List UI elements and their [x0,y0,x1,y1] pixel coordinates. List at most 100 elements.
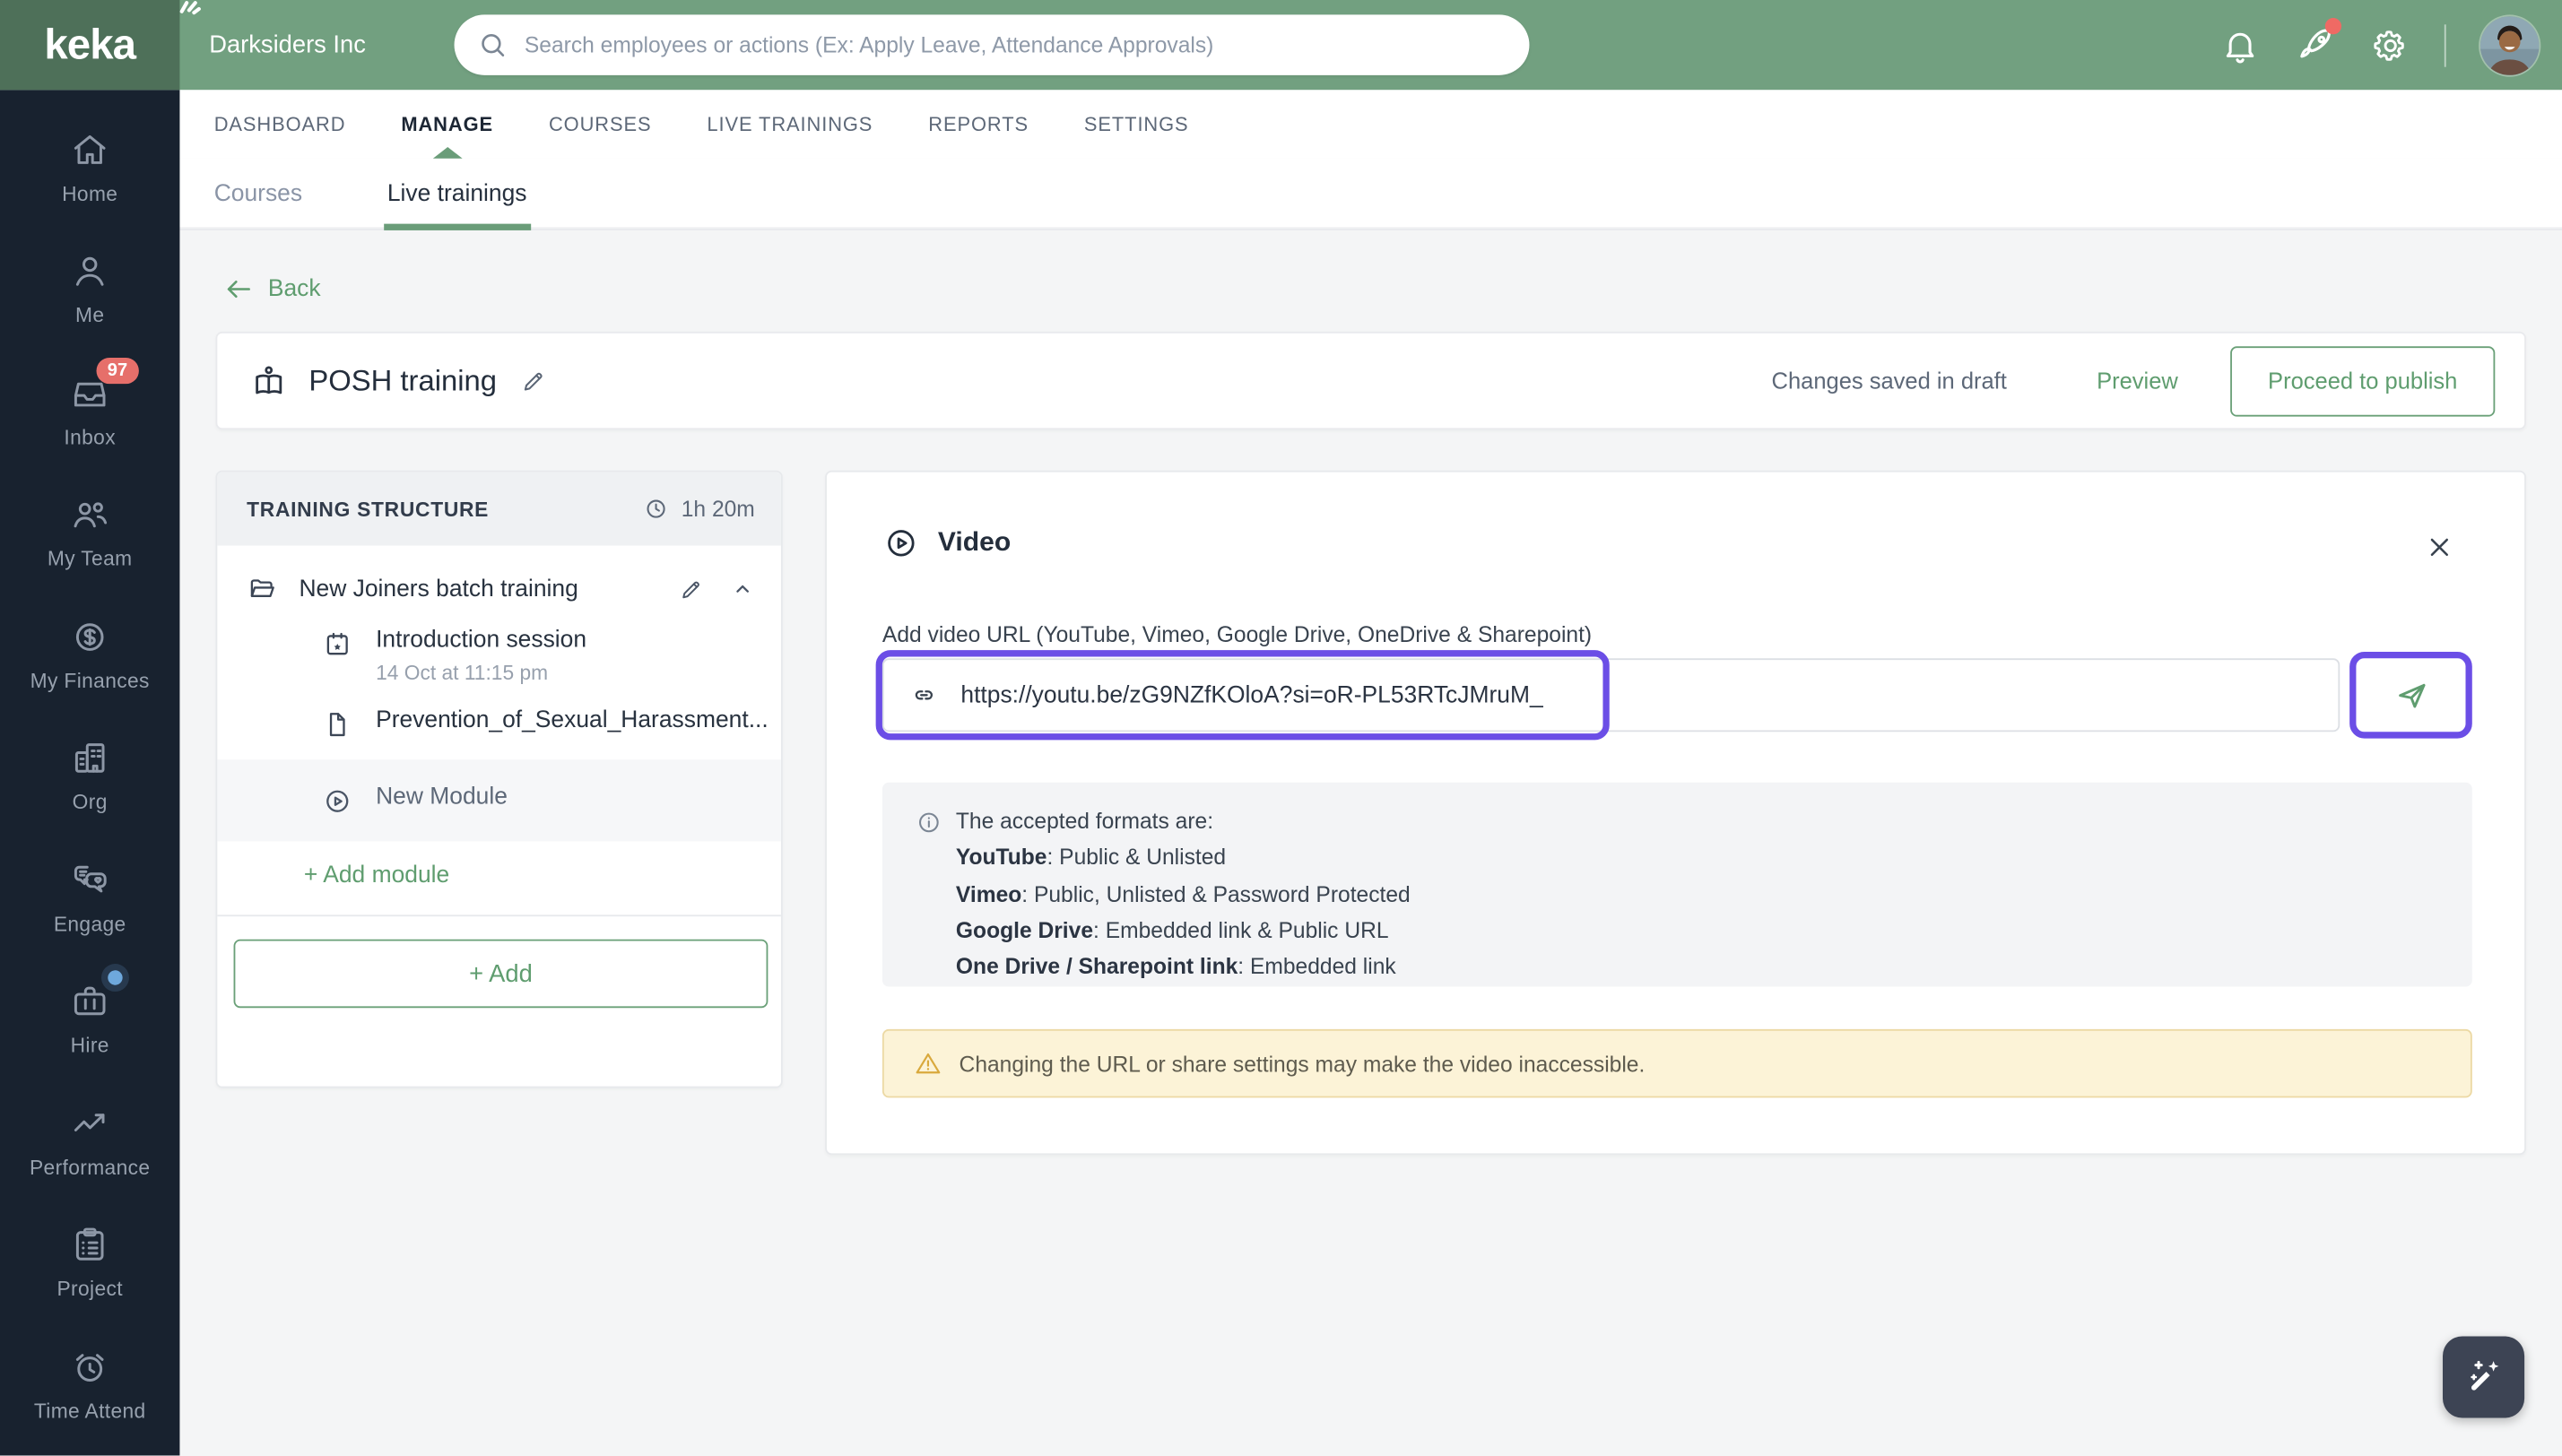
tab-settings[interactable]: SETTINGS [1084,90,1189,159]
folder-open-icon [247,574,278,605]
home-icon [69,128,111,170]
sidebar-item-me[interactable]: Me [0,228,179,350]
sidebar-item-my-finances[interactable]: My Finances [0,593,179,715]
building-icon [69,737,111,779]
video-url-input[interactable] [960,681,2339,708]
rocket-notification-dot [2324,17,2342,34]
link-icon [908,680,940,711]
module-nav: DASHBOARD MANAGE COURSES LIVE TRAININGS … [179,90,2562,159]
magic-wand-button[interactable] [2442,1336,2525,1418]
manage-subnav: Courses Live trainings [179,158,2562,230]
tab-dashboard[interactable]: DASHBOARD [214,90,346,159]
chat-heart-icon [69,859,111,901]
active-subtab-underline [383,222,531,230]
keka-logo[interactable]: keka [0,0,201,91]
tab-reports[interactable]: REPORTS [928,90,1029,159]
settings-gear-icon[interactable] [2371,25,2410,65]
format-line-onedrive: One Drive / Sharepoint link: Embedded li… [955,954,1396,979]
video-play-circle-icon [882,524,920,562]
draft-status: Changes saved in draft [1771,367,2007,394]
proceed-to-publish-button[interactable]: Proceed to publish [2230,345,2496,416]
keka-logo-text: keka [44,19,136,69]
session-item[interactable]: Introduction session 14 Oct at 11:15 pm [217,604,781,684]
clock-icon [642,495,670,523]
format-line-vimeo: Vimeo: Public, Unlisted & Password Prote… [955,881,1411,906]
video-panel-title: Video [937,527,1012,558]
session-title: Introduction session [376,627,587,654]
hire-notification-dot [108,970,123,986]
sidebar: Home Me 97 Inbox My Team My Finances Org… [0,90,180,1456]
arrow-left-icon [224,274,254,304]
training-structure-panel: TRAINING STRUCTURE 1h 20m New Joiners ba… [215,470,783,1088]
document-title: Prevention_of_Sexual_Harassment... [376,706,769,734]
warning-text: Changing the URL or share settings may m… [959,1051,1646,1076]
subtab-courses[interactable]: Courses [214,158,302,230]
add-section: + Add [217,914,781,1009]
play-circle-icon [322,785,353,817]
info-icon [915,808,942,836]
submit-url-button[interactable] [2349,652,2472,739]
preview-link[interactable]: Preview [2097,368,2178,394]
logo-spark-icon [173,0,203,16]
active-tab-indicator [432,146,463,159]
total-duration: 1h 20m [642,495,755,523]
sidebar-item-hire[interactable]: Hire [0,958,179,1080]
tab-manage[interactable]: MANAGE [401,90,493,159]
training-book-icon [250,362,288,400]
topbar-divider [2444,23,2446,66]
sidebar-item-inbox[interactable]: 97 Inbox [0,350,179,472]
video-url-field [882,658,2341,732]
document-item[interactable]: Prevention_of_Sexual_Harassment... [217,684,781,740]
close-icon[interactable] [2423,531,2455,563]
sidebar-item-home[interactable]: Home [0,106,179,228]
format-line-google-drive: Google Drive: Embedded link & Public URL [955,917,1389,943]
sidebar-item-performance[interactable]: Performance [0,1079,179,1201]
add-module-link[interactable]: + Add module [217,841,781,914]
module-name: New Joiners batch training [299,576,578,602]
title-actions: Changes saved in draft Preview Proceed t… [1771,345,2496,416]
search-icon [477,30,508,61]
formats-intro: The accepted formats are: [955,808,1214,834]
dollar-icon [69,615,111,657]
briefcase-icon [69,970,123,1023]
module-row[interactable]: New Joiners batch training [217,546,781,605]
sidebar-item-my-team[interactable]: My Team [0,472,179,594]
sidebar-item-time-attend[interactable]: Time Attend [0,1323,179,1445]
user-avatar[interactable] [2479,15,2540,74]
global-search [454,14,1530,75]
topbar-actions [2220,0,2540,90]
session-datetime: 14 Oct at 11:15 pm [376,661,549,685]
send-icon [2392,675,2431,715]
accepted-formats-info: The accepted formats are: YouTube: Publi… [882,782,2472,987]
warning-triangle-icon [914,1049,943,1079]
training-structure-header: TRAINING STRUCTURE 1h 20m [217,472,781,546]
sidebar-item-project[interactable]: Project [0,1201,179,1323]
new-module-title: New Module [376,784,508,810]
tab-live-trainings[interactable]: LIVE TRAININGS [707,90,873,159]
module-actions [678,576,755,602]
tab-courses[interactable]: COURSES [549,90,652,159]
video-url-label: Add video URL (YouTube, Vimeo, Google Dr… [882,622,1593,647]
video-panel: Video Add video URL (YouTube, Vimeo, Goo… [825,470,2526,1156]
inbox-count-badge: 97 [96,357,139,384]
edit-module-pencil-icon[interactable] [678,576,704,602]
sidebar-item-org[interactable]: Org [0,715,179,836]
training-title-bar: POSH training Changes saved in draft Pre… [215,331,2526,430]
alarm-clock-icon [69,1346,111,1388]
inbox-icon: 97 [69,357,139,414]
notifications-bell-icon[interactable] [2220,25,2260,65]
topbar: keka Darksiders Inc [0,0,2562,91]
subtab-live-trainings[interactable]: Live trainings [383,158,531,230]
url-warning-banner: Changing the URL or share settings may m… [882,1028,2472,1098]
sidebar-item-engage[interactable]: Engage [0,836,179,958]
add-button[interactable]: + Add [233,939,769,1009]
clipboard-icon [69,1224,111,1266]
search-input[interactable] [524,32,1507,57]
collapse-chevron-up-icon[interactable] [730,576,754,601]
new-module-item[interactable]: New Module [217,759,781,842]
training-structure-title: TRAINING STRUCTURE [247,497,490,521]
whats-new-rocket-icon[interactable] [2294,17,2342,65]
trend-up-icon [69,1102,111,1144]
edit-title-pencil-icon[interactable] [520,367,548,394]
back-link[interactable]: Back [224,274,321,304]
